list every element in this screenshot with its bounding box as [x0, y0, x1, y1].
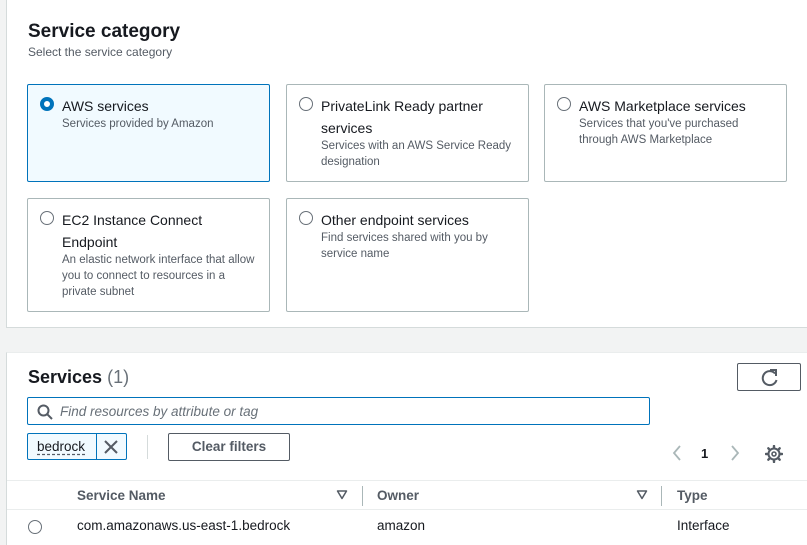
cell-owner: amazon — [377, 518, 426, 533]
tile-description: Services provided by Amazon — [62, 118, 214, 130]
refresh-icon — [761, 369, 778, 387]
tile-other-endpoint[interactable]: Other endpoint services Find services sh… — [286, 198, 529, 312]
category-title: Service category — [28, 21, 181, 42]
radio-icon[interactable] — [299, 97, 313, 111]
tile-aws-services[interactable]: AWS services Services provided by Amazon — [27, 84, 270, 182]
tile-description: Services with an AWS Service Ready desig… — [321, 140, 512, 168]
search-input[interactable] — [60, 401, 640, 421]
tile-label: AWS services — [62, 98, 149, 114]
column-header-service-name[interactable]: Service Name — [77, 488, 166, 503]
chevron-left-icon[interactable] — [671, 445, 683, 461]
column-divider[interactable] — [661, 486, 662, 506]
tile-privatelink-partner[interactable]: PrivateLink Ready partner services Servi… — [286, 84, 529, 182]
services-count: (1) — [107, 367, 130, 387]
tile-description: Services that you've purchased through A… — [579, 118, 739, 146]
radio-icon[interactable] — [299, 211, 313, 225]
tile-ec2-instance-connect[interactable]: EC2 Instance Connect Endpoint An elastic… — [27, 198, 270, 312]
column-header-type[interactable]: Type — [677, 488, 708, 503]
category-description: Select the service category — [28, 45, 173, 59]
gear-icon[interactable] — [765, 445, 783, 463]
tile-label: AWS Marketplace services — [579, 98, 746, 114]
filter-token-label: bedrock — [37, 439, 86, 454]
sort-caret-icon[interactable] — [336, 489, 348, 501]
radio-selected-icon[interactable] — [40, 97, 54, 111]
filter-token[interactable]: bedrock — [27, 433, 127, 460]
cell-service-name: com.amazonaws.us-east-1.bedrock — [77, 518, 291, 533]
filter-divider — [147, 435, 148, 459]
column-header-owner[interactable]: Owner — [377, 488, 419, 503]
table-row[interactable]: com.amazonaws.us-east-1.bedrock amazon I… — [7, 511, 807, 541]
refresh-button[interactable] — [737, 363, 801, 391]
radio-icon[interactable] — [557, 97, 571, 111]
tile-label: EC2 Instance Connect Endpoint — [62, 212, 203, 250]
tile-description: Find services shared with you by service… — [321, 232, 488, 260]
service-category-panel: Service category Select the service cate… — [6, 0, 807, 328]
tile-description: An elastic network interface that allow … — [62, 254, 255, 298]
chevron-right-icon[interactable] — [729, 445, 741, 461]
services-panel: Services (1) bedrock Clear filters 1 — [6, 352, 807, 545]
column-divider[interactable] — [362, 486, 363, 506]
services-title: Services — [28, 367, 103, 387]
cell-type: Interface — [677, 518, 730, 533]
search-field[interactable] — [27, 397, 650, 425]
services-header: Services (1) — [28, 367, 129, 388]
clear-filters-button[interactable]: Clear filters — [168, 433, 290, 461]
token-divider — [96, 434, 97, 459]
page-number[interactable]: 1 — [701, 446, 708, 461]
close-icon[interactable] — [102, 438, 120, 456]
tile-aws-marketplace[interactable]: AWS Marketplace services Services that y… — [544, 84, 787, 182]
search-icon — [37, 404, 53, 420]
table-header: Service Name Owner Type — [7, 480, 807, 510]
radio-icon[interactable] — [40, 211, 54, 225]
tile-label: Other endpoint services — [321, 212, 469, 228]
radio-icon[interactable] — [28, 520, 42, 534]
tile-label: PrivateLink Ready partner services — [321, 98, 483, 136]
sort-caret-icon[interactable] — [636, 489, 648, 501]
